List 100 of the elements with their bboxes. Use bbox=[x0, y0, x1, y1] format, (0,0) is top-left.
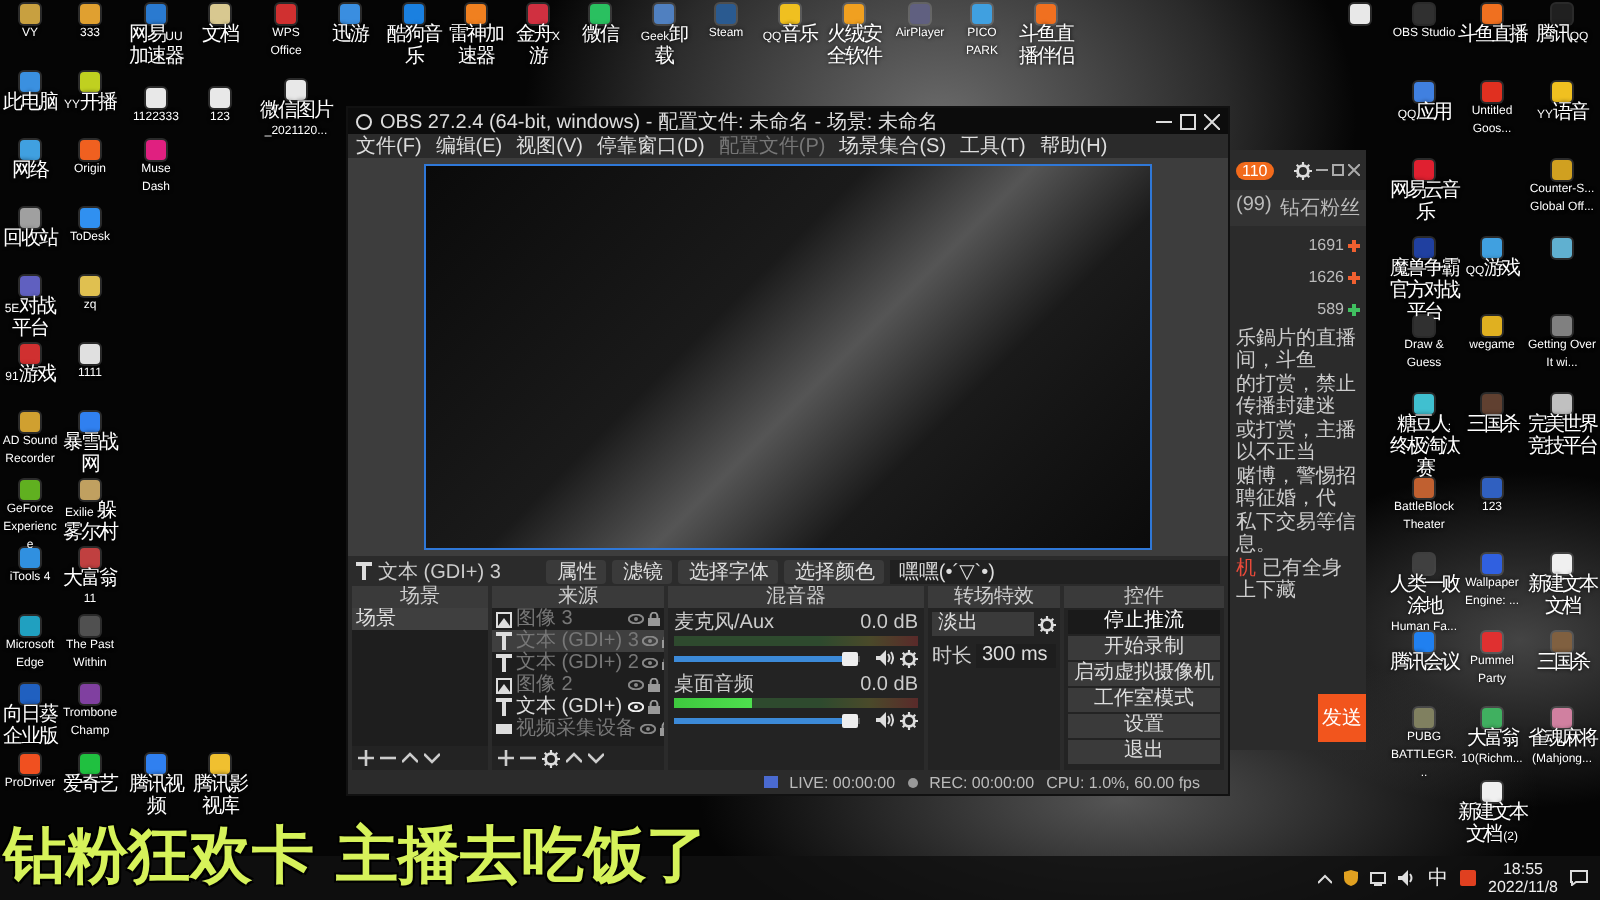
app-icon[interactable] bbox=[146, 140, 166, 160]
speaker-icon[interactable] bbox=[1398, 870, 1416, 886]
app-icon[interactable] bbox=[20, 276, 40, 296]
app-icon[interactable] bbox=[1482, 782, 1502, 802]
source-item[interactable]: 视频采集设备 bbox=[492, 718, 664, 740]
input-method-indicator[interactable]: 中 bbox=[1428, 864, 1448, 892]
app-icon[interactable] bbox=[146, 754, 166, 774]
app-icon[interactable] bbox=[20, 616, 40, 636]
app-icon[interactable] bbox=[20, 684, 40, 704]
notification-icon[interactable] bbox=[1570, 870, 1588, 886]
menu-item[interactable]: 帮助(H) bbox=[1039, 132, 1108, 160]
app-icon[interactable] bbox=[20, 344, 40, 364]
menu-item[interactable]: 停靠窗口(D) bbox=[596, 132, 705, 160]
speaker-icon[interactable] bbox=[876, 650, 894, 666]
app-icon[interactable] bbox=[20, 72, 40, 92]
lock-icon[interactable] bbox=[648, 612, 660, 626]
minimize-icon[interactable] bbox=[1316, 164, 1328, 176]
app-icon[interactable] bbox=[146, 4, 166, 24]
move-up-icon[interactable] bbox=[566, 750, 582, 766]
control-button[interactable]: 退出 bbox=[1068, 740, 1220, 764]
settings-icon[interactable] bbox=[1294, 161, 1312, 179]
app-icon[interactable] bbox=[1552, 82, 1572, 102]
app-icon[interactable] bbox=[80, 344, 100, 364]
move-up-icon[interactable] bbox=[402, 750, 418, 766]
app-icon[interactable] bbox=[1552, 394, 1572, 414]
app-icon[interactable] bbox=[466, 4, 486, 24]
menu-item[interactable]: 文件(F) bbox=[356, 132, 422, 160]
taskbar-clock[interactable]: 18:55 2022/11/8 bbox=[1488, 860, 1558, 896]
control-button[interactable]: 设置 bbox=[1068, 714, 1220, 738]
app-icon[interactable] bbox=[340, 4, 360, 24]
chevron-up-icon[interactable] bbox=[1318, 873, 1332, 883]
lock-icon[interactable] bbox=[648, 700, 660, 714]
app-icon[interactable] bbox=[1552, 160, 1572, 180]
app-icon[interactable] bbox=[20, 548, 40, 568]
app-icon[interactable] bbox=[1552, 708, 1572, 728]
source-item[interactable]: 图像 3 bbox=[492, 608, 664, 630]
chat-heading[interactable]: (99) bbox=[1236, 194, 1272, 222]
scene-item[interactable]: 场景 bbox=[352, 608, 488, 630]
app-icon[interactable] bbox=[20, 4, 40, 24]
app-icon[interactable] bbox=[276, 4, 296, 24]
app-icon[interactable] bbox=[1414, 478, 1434, 498]
menu-item[interactable]: 工具(T) bbox=[960, 132, 1026, 160]
duration-field[interactable]: 300 ms bbox=[976, 644, 1056, 668]
app-icon[interactable] bbox=[80, 72, 100, 92]
move-down-icon[interactable] bbox=[424, 750, 440, 766]
app-icon[interactable] bbox=[20, 480, 40, 500]
toolbar-button[interactable]: 选择字体 bbox=[678, 559, 779, 583]
toolbar-button[interactable]: 选择颜色 bbox=[784, 559, 885, 583]
app-icon[interactable] bbox=[528, 4, 548, 24]
app-icon[interactable] bbox=[20, 412, 40, 432]
menu-item[interactable]: 编辑(E) bbox=[435, 132, 503, 160]
app-icon[interactable] bbox=[1350, 4, 1370, 24]
app-icon[interactable] bbox=[80, 276, 100, 296]
app-icon[interactable] bbox=[1552, 554, 1572, 574]
menu-item[interactable]: 视图(V) bbox=[516, 132, 583, 160]
source-item[interactable]: 文本 (GDI+) 2 bbox=[492, 652, 664, 674]
control-button[interactable]: 工作室模式 bbox=[1068, 688, 1220, 712]
app-icon[interactable] bbox=[1552, 238, 1572, 258]
lock-icon[interactable] bbox=[648, 678, 660, 692]
chat-heading[interactable]: 钻石粉丝 bbox=[1280, 194, 1360, 222]
move-down-icon[interactable] bbox=[588, 750, 604, 766]
app-icon[interactable] bbox=[1482, 82, 1502, 102]
text-input-field[interactable]: 嘿嘿(•´▽`•) bbox=[890, 559, 1220, 583]
monitor-icon[interactable] bbox=[1370, 871, 1386, 885]
maximize-icon[interactable] bbox=[1332, 164, 1344, 176]
settings-icon[interactable] bbox=[542, 749, 560, 767]
app-icon[interactable] bbox=[80, 754, 100, 774]
close-icon[interactable] bbox=[1348, 164, 1360, 176]
app-icon[interactable] bbox=[1552, 316, 1572, 336]
settings-icon[interactable] bbox=[900, 711, 918, 729]
app-icon[interactable] bbox=[20, 140, 40, 160]
app-icon[interactable] bbox=[146, 88, 166, 108]
shield-icon[interactable] bbox=[1344, 870, 1358, 886]
app-icon[interactable] bbox=[80, 140, 100, 160]
add-icon[interactable] bbox=[358, 750, 374, 766]
control-button[interactable]: 停止推流 bbox=[1068, 610, 1220, 634]
app-icon[interactable] bbox=[286, 80, 306, 100]
app-icon[interactable] bbox=[210, 4, 230, 24]
app-icon[interactable] bbox=[80, 208, 100, 228]
settings-icon[interactable] bbox=[900, 649, 918, 667]
slider-thumb[interactable] bbox=[842, 651, 859, 665]
menu-item[interactable]: 场景集合(S) bbox=[839, 132, 947, 160]
control-button[interactable]: 开始录制 bbox=[1068, 636, 1220, 660]
control-button[interactable]: 启动虚拟摄像机 bbox=[1068, 662, 1220, 686]
app-icon[interactable] bbox=[1414, 394, 1434, 414]
app-icon[interactable] bbox=[1482, 238, 1502, 258]
toolbar-button[interactable]: 属性 bbox=[546, 559, 607, 583]
add-icon[interactable] bbox=[498, 750, 514, 766]
transition-dropdown[interactable]: 淡出 bbox=[932, 612, 1034, 636]
app-icon[interactable] bbox=[1482, 316, 1502, 336]
app-icon[interactable] bbox=[80, 548, 100, 568]
app-icon[interactable] bbox=[1482, 4, 1502, 24]
app-icon[interactable] bbox=[590, 4, 610, 24]
app-icon[interactable] bbox=[80, 480, 100, 500]
app-icon[interactable] bbox=[210, 754, 230, 774]
app-icon[interactable] bbox=[1482, 708, 1502, 728]
settings-icon[interactable] bbox=[1038, 615, 1056, 633]
app-icon[interactable] bbox=[1414, 160, 1434, 180]
app-icon[interactable] bbox=[404, 4, 424, 24]
app-icon[interactable] bbox=[20, 208, 40, 228]
